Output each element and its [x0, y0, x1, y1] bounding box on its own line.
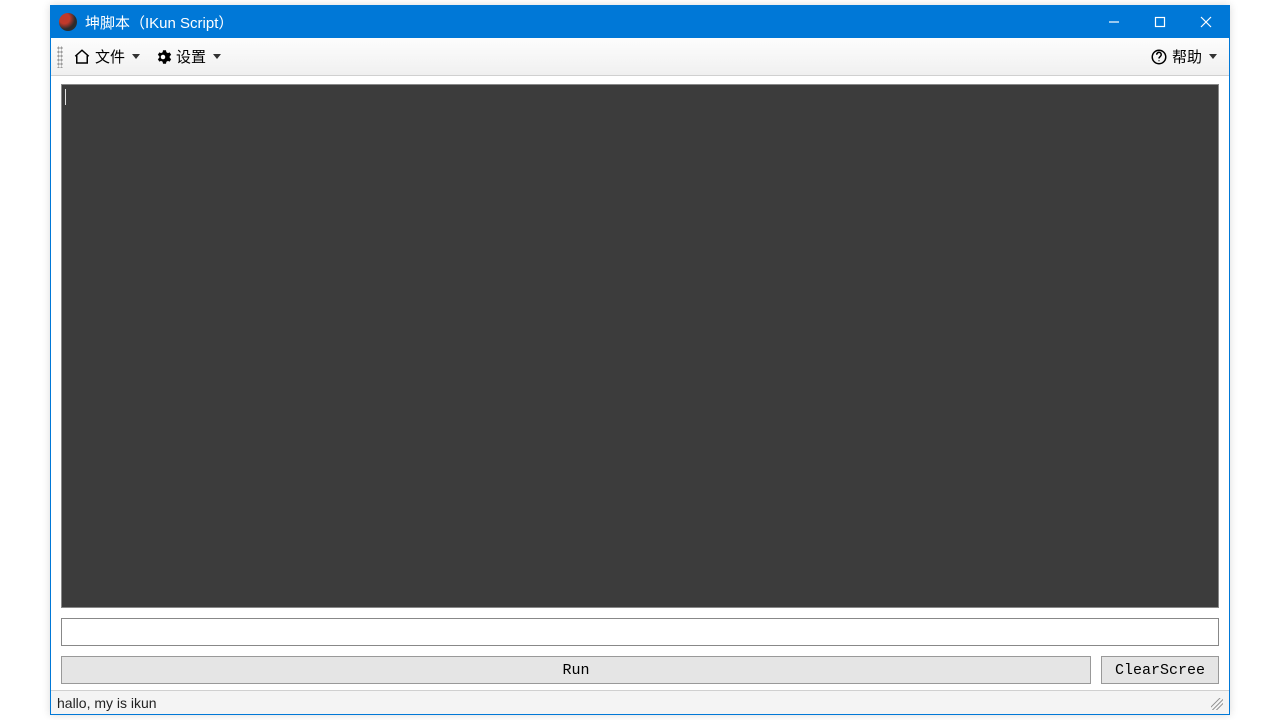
window-title: 坤脚本（IKun Script）	[85, 12, 1091, 33]
app-icon	[59, 13, 77, 31]
window-controls	[1091, 6, 1229, 38]
help-menu-label: 帮助	[1172, 46, 1202, 67]
chevron-down-icon	[213, 54, 221, 59]
toolbar: 文件 设置 帮助	[51, 38, 1229, 76]
close-icon	[1200, 16, 1212, 28]
home-icon	[73, 48, 91, 66]
run-button[interactable]: Run	[61, 656, 1091, 684]
help-icon	[1150, 48, 1168, 66]
chevron-down-icon	[1209, 54, 1217, 59]
toolbar-left: 文件 设置	[67, 43, 227, 70]
editor-cursor	[65, 89, 66, 105]
settings-menu-label: 设置	[176, 46, 206, 67]
file-menu-label: 文件	[95, 46, 125, 67]
gear-icon	[154, 48, 172, 66]
script-editor[interactable]	[61, 84, 1219, 608]
statusbar: hallo, my is ikun	[51, 690, 1229, 714]
content-area: Run ClearScree	[51, 76, 1229, 690]
command-input[interactable]	[61, 618, 1219, 646]
status-text: hallo, my is ikun	[57, 695, 1209, 711]
toolbar-right: 帮助	[1144, 43, 1223, 70]
minimize-icon	[1108, 16, 1120, 28]
clear-screen-button[interactable]: ClearScree	[1101, 656, 1219, 684]
toolbar-grip[interactable]	[57, 46, 63, 68]
resize-grip[interactable]	[1209, 696, 1223, 710]
maximize-button[interactable]	[1137, 6, 1183, 38]
app-window: 坤脚本（IKun Script） 文件	[50, 5, 1230, 715]
titlebar[interactable]: 坤脚本（IKun Script）	[51, 6, 1229, 38]
help-menu[interactable]: 帮助	[1144, 43, 1223, 70]
close-button[interactable]	[1183, 6, 1229, 38]
minimize-button[interactable]	[1091, 6, 1137, 38]
chevron-down-icon	[132, 54, 140, 59]
settings-menu[interactable]: 设置	[148, 43, 227, 70]
maximize-icon	[1154, 16, 1166, 28]
file-menu[interactable]: 文件	[67, 43, 146, 70]
button-row: Run ClearScree	[61, 656, 1219, 684]
